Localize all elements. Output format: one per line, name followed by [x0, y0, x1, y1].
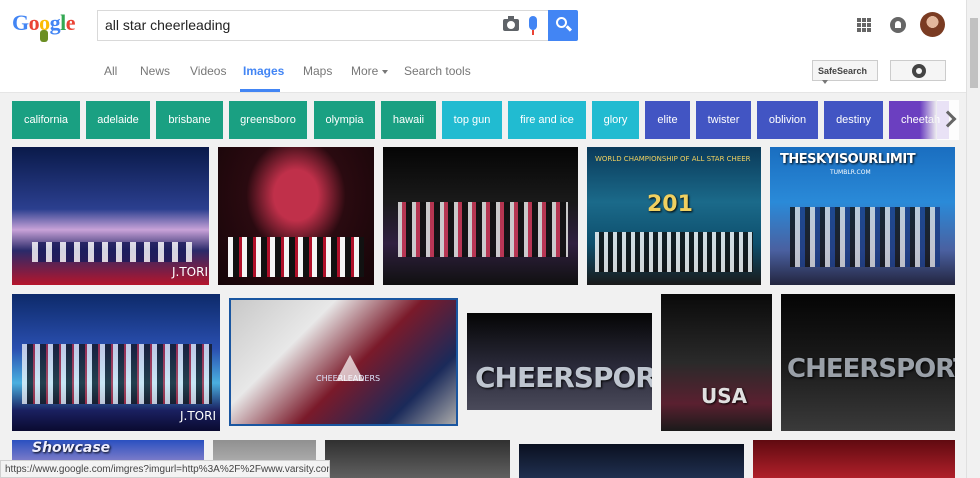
overlay-subtitle-text: TUMBLR.COM: [830, 169, 871, 176]
chips-next-arrow-icon[interactable]: [937, 100, 959, 140]
chip-fade: [920, 101, 937, 139]
overlay-title-text: CHEERSPORT: [475, 361, 652, 394]
chip-label: brisbane: [168, 114, 211, 126]
tab-more[interactable]: More: [351, 64, 389, 78]
image-result[interactable]: J.TORI: [12, 147, 209, 285]
chip-label: olympia: [325, 114, 364, 126]
chip-glory[interactable]: glory: [592, 101, 639, 139]
chip-olympia[interactable]: olympia: [314, 101, 375, 139]
tab-search-tools[interactable]: Search tools: [404, 64, 471, 78]
chip-hawaii[interactable]: hawaii: [381, 101, 436, 139]
overlay-title-text: THESKYISOURLIMIT: [780, 152, 916, 167]
chip-greensboro[interactable]: greensboro: [229, 101, 307, 139]
microphone-icon[interactable]: [529, 16, 537, 35]
chip-california[interactable]: california: [12, 101, 80, 139]
search-input[interactable]: all star cheerleading: [97, 10, 548, 41]
overlay-title-text: Showcase: [32, 440, 111, 456]
chip-elite[interactable]: elite: [645, 101, 690, 139]
notifications-icon[interactable]: [890, 17, 906, 33]
overlay-title-text: CHEERSPORT: [787, 354, 955, 384]
image-result[interactable]: [383, 147, 578, 285]
overlay-title-text: USA: [701, 384, 748, 408]
scrollbar-thumb[interactable]: [970, 18, 978, 88]
watermark-text: J.TORI: [172, 265, 209, 279]
image-result[interactable]: [325, 440, 510, 478]
chip-label: hawaii: [392, 114, 425, 126]
image-result[interactable]: WORLD CHAMPIONSHIP OF ALL STAR CHEER 201: [587, 147, 761, 285]
status-bar-url: https://www.google.com/imgres?imgurl=htt…: [0, 460, 330, 478]
image-result[interactable]: USA: [661, 294, 772, 431]
avatar[interactable]: [920, 12, 945, 37]
image-result[interactable]: CHEERSPORT: [781, 294, 955, 431]
apps-grid-icon[interactable]: [857, 18, 871, 32]
page-scrollbar[interactable]: [966, 0, 980, 478]
camera-icon[interactable]: [503, 16, 519, 31]
cheer-team-shape: [398, 202, 568, 257]
chip-label: adelaide: [97, 114, 139, 126]
search-query-text: all star cheerleading: [105, 17, 231, 33]
chip-label: oblivion: [768, 114, 807, 126]
active-tab-indicator: [240, 89, 280, 92]
chip-label: elite: [657, 114, 678, 126]
search-icon-handle: [565, 25, 573, 32]
chip-label: twister: [707, 114, 740, 126]
chip-label: california: [23, 114, 69, 126]
cheer-team-shape: [595, 232, 753, 272]
top-bar: Google all star cheerleading: [0, 0, 980, 48]
image-result[interactable]: [218, 147, 374, 285]
tab-maps[interactable]: Maps: [303, 64, 332, 78]
chevron-down-icon: [822, 79, 828, 84]
cheer-team-shape: [32, 242, 192, 262]
image-result[interactable]: [519, 444, 744, 478]
chevron-down-icon: [382, 69, 389, 74]
chip-adelaide[interactable]: adelaide: [86, 101, 150, 139]
watermark-text: J.TORI: [180, 409, 217, 423]
image-result[interactable]: J.TORI: [12, 294, 220, 431]
banner-text: WORLD CHAMPIONSHIP OF ALL STAR CHEER: [595, 155, 751, 163]
tab-more-label: More: [351, 64, 379, 78]
chip-label: destiny: [836, 114, 871, 126]
tab-images[interactable]: Images: [243, 64, 284, 78]
cheer-team-shape: [790, 207, 940, 267]
safesearch-dropdown[interactable]: SafeSearch: [812, 60, 878, 84]
year-text: 201: [647, 192, 693, 217]
image-result[interactable]: [753, 440, 955, 478]
chip-label: fire and ice: [520, 114, 574, 126]
chip-label: top gun: [453, 114, 491, 126]
cheer-team-shape: [22, 344, 212, 404]
star-shape: [336, 355, 364, 381]
chip-destiny[interactable]: destiny: [824, 101, 883, 139]
chip-brisbane[interactable]: brisbane: [156, 101, 223, 139]
image-result[interactable]: THESKYISOURLIMIT TUMBLR.COM: [770, 147, 955, 285]
gear-icon: [912, 64, 926, 78]
safesearch-label: SafeSearch: [818, 66, 868, 76]
image-result-selected[interactable]: CHEERLEADERS: [229, 298, 458, 426]
tab-news[interactable]: News: [140, 64, 170, 78]
chip-fire-and-ice[interactable]: fire and ice: [508, 101, 586, 139]
cheer-team-shape: [228, 237, 364, 277]
search-button[interactable]: [548, 10, 578, 41]
chip-top-gun[interactable]: top gun: [442, 101, 502, 139]
doodle-icon: [40, 30, 48, 42]
tab-videos[interactable]: Videos: [190, 64, 226, 78]
settings-button[interactable]: [890, 60, 946, 81]
image-result[interactable]: CHEERSPORT: [467, 313, 652, 410]
chip-label: greensboro: [240, 114, 296, 126]
chip-oblivion[interactable]: oblivion: [757, 101, 818, 139]
chip-label: glory: [603, 114, 628, 126]
tab-all[interactable]: All: [104, 64, 117, 78]
chip-twister[interactable]: twister: [696, 101, 751, 139]
